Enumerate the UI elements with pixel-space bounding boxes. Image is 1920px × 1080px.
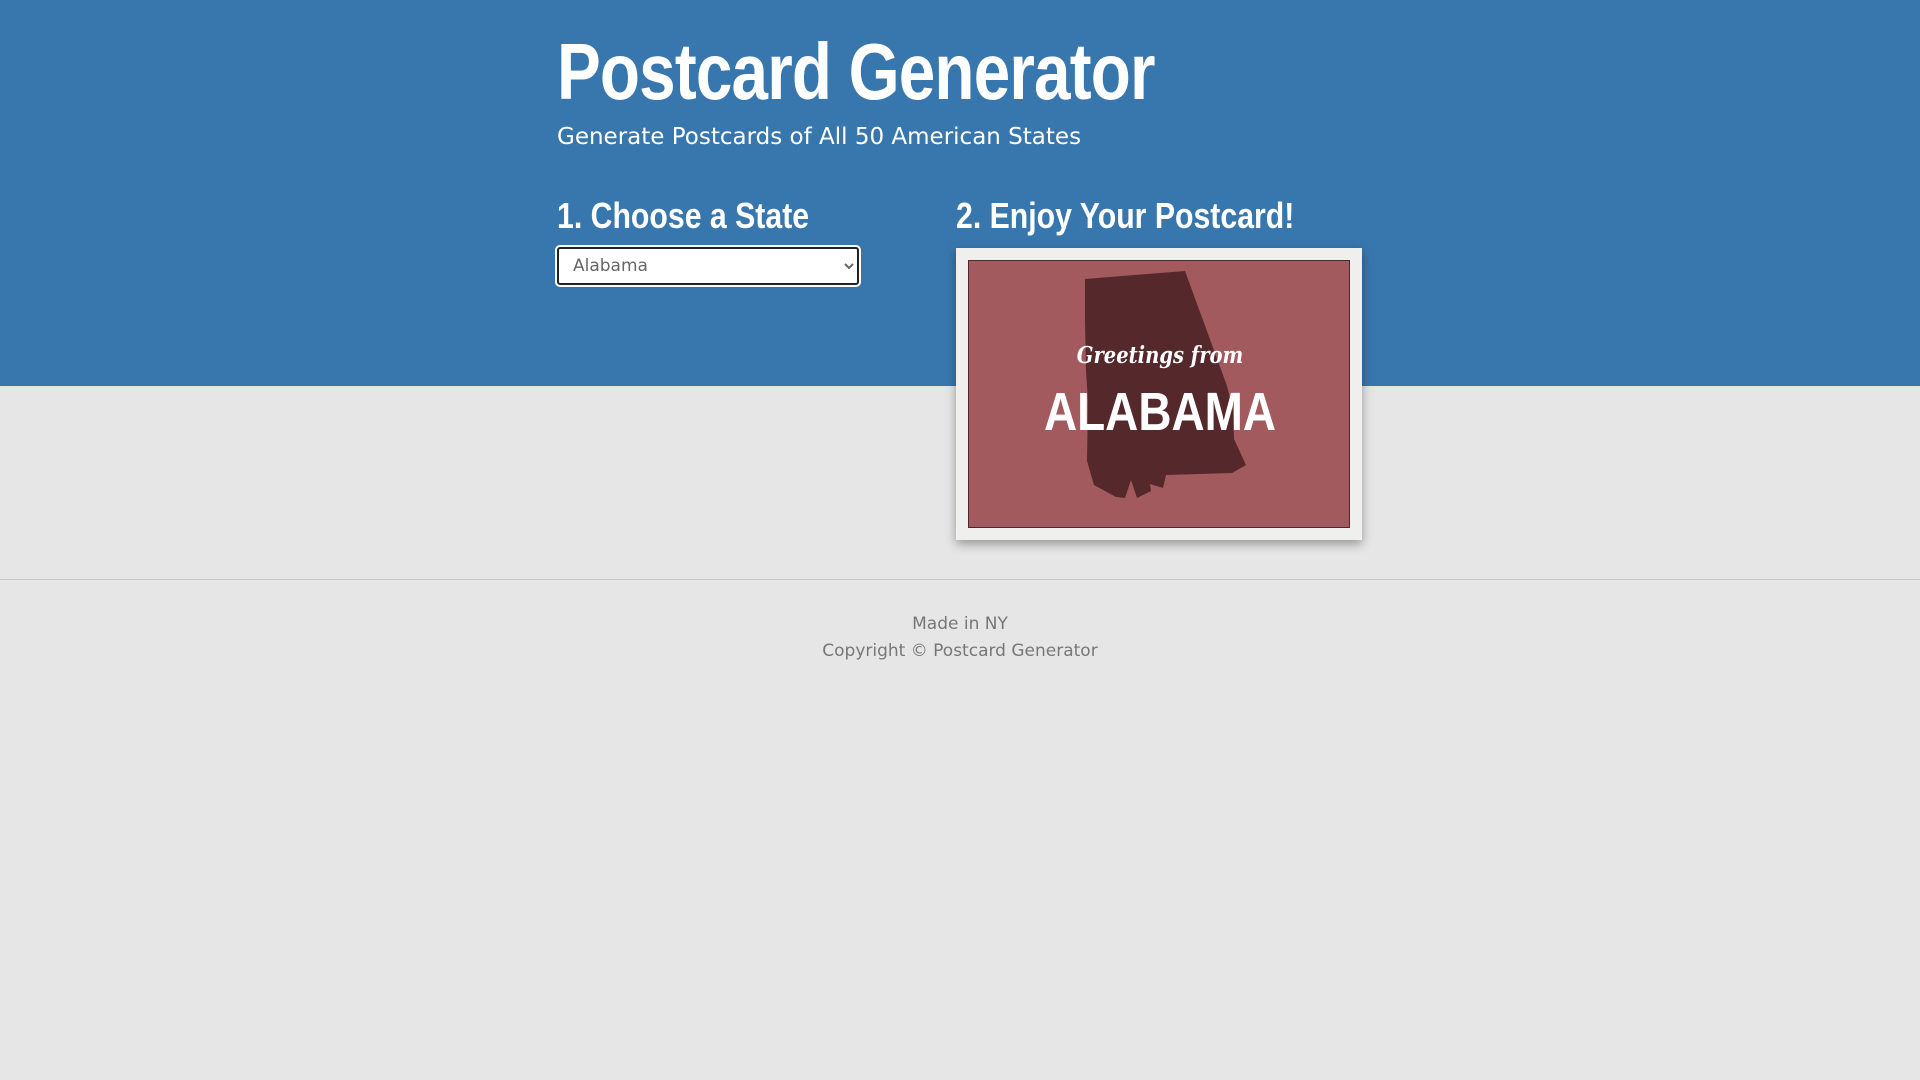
postcard: Greetings from ALABAMA [956, 248, 1362, 540]
footer-made-in: Made in NY [912, 614, 1008, 634]
choose-state-heading: 1. Choose a State [557, 195, 810, 236]
enjoy-postcard-heading: 2. Enjoy Your Postcard! [956, 195, 1295, 236]
postcard-state-name: ALABAMA [1043, 382, 1276, 442]
postcard-face: Greetings from ALABAMA [968, 260, 1350, 528]
footer-copyright: Copyright © Postcard Generator [822, 641, 1098, 661]
postcard-greeting: Greetings from [1076, 342, 1244, 369]
state-select[interactable]: Alabama [555, 245, 861, 287]
footer-divider [0, 579, 1920, 580]
page-title: Postcard Generator [557, 27, 1156, 116]
page-subtitle: Generate Postcards of All 50 American St… [557, 124, 1082, 150]
